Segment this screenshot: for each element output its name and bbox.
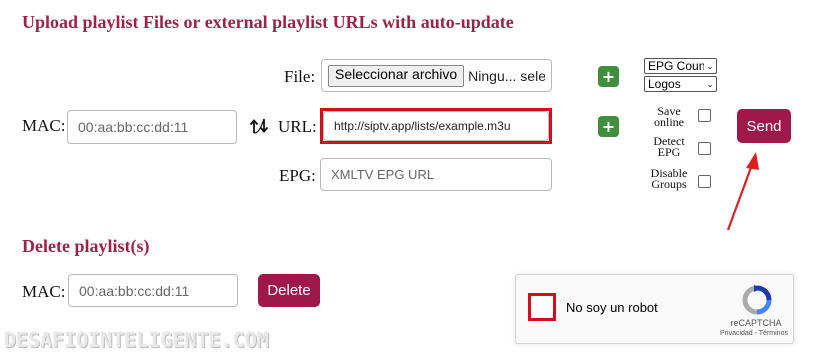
delete-mac-label: MAC:: [22, 282, 66, 301]
plus-icon: +: [601, 66, 616, 86]
epg-input[interactable]: [320, 158, 552, 191]
watermark: DESAFIOINTELIGENTE.COM: [4, 328, 269, 352]
disable-groups-label: Disable Groups: [650, 166, 688, 191]
file-status-text: Ningu... selec.: [468, 67, 545, 84]
epg-label: EPG:: [279, 166, 316, 185]
upload-section-title: Upload playlist Files or external playli…: [22, 12, 514, 32]
swap-arrows-icon[interactable]: [249, 117, 269, 140]
detect-epg-checkbox[interactable]: [698, 142, 711, 155]
logos-select[interactable]: Logos ⌄: [644, 76, 717, 92]
recaptcha-widget: No soy un robot reCAPTCHA Privacidad - T…: [515, 274, 794, 344]
add-file-button[interactable]: +: [598, 66, 619, 87]
mac-label: MAC:: [22, 116, 66, 135]
file-picker[interactable]: Seleccionar archivo Ningu... selec.: [321, 59, 552, 92]
chevron-down-icon: ⌄: [706, 60, 714, 71]
disable-groups-checkbox[interactable]: [698, 175, 711, 188]
send-button[interactable]: Send: [737, 109, 791, 143]
delete-button[interactable]: Delete: [258, 274, 320, 307]
recaptcha-links[interactable]: Privacidad - Términos: [708, 330, 800, 337]
url-label: URL:: [278, 117, 317, 136]
recaptcha-checkbox[interactable]: [528, 293, 556, 321]
add-url-button[interactable]: +: [598, 116, 619, 137]
recaptcha-brand: reCAPTCHA: [730, 318, 782, 328]
file-label: File:: [284, 67, 316, 86]
delete-section-title: Delete playlist(s): [22, 236, 150, 256]
url-highlight-box: [320, 108, 552, 144]
epg-country-select-value: EPG Coun: [648, 59, 704, 73]
epg-country-select[interactable]: EPG Coun ⌄: [644, 58, 717, 74]
annotation-arrow: [726, 152, 759, 231]
recaptcha-logo-icon: [742, 285, 772, 320]
delete-mac-input[interactable]: [68, 274, 238, 307]
recaptcha-label: No soy un robot: [566, 300, 658, 315]
chevron-down-icon: ⌄: [706, 78, 714, 89]
save-online-label: Save online: [654, 104, 684, 129]
detect-epg-label: Detect EPG: [653, 134, 685, 159]
plus-icon: +: [601, 116, 616, 136]
mac-input[interactable]: [67, 110, 237, 144]
save-online-checkbox[interactable]: [698, 109, 711, 122]
choose-file-button[interactable]: Seleccionar archivo: [328, 64, 465, 87]
logos-select-value: Logos: [648, 77, 681, 91]
